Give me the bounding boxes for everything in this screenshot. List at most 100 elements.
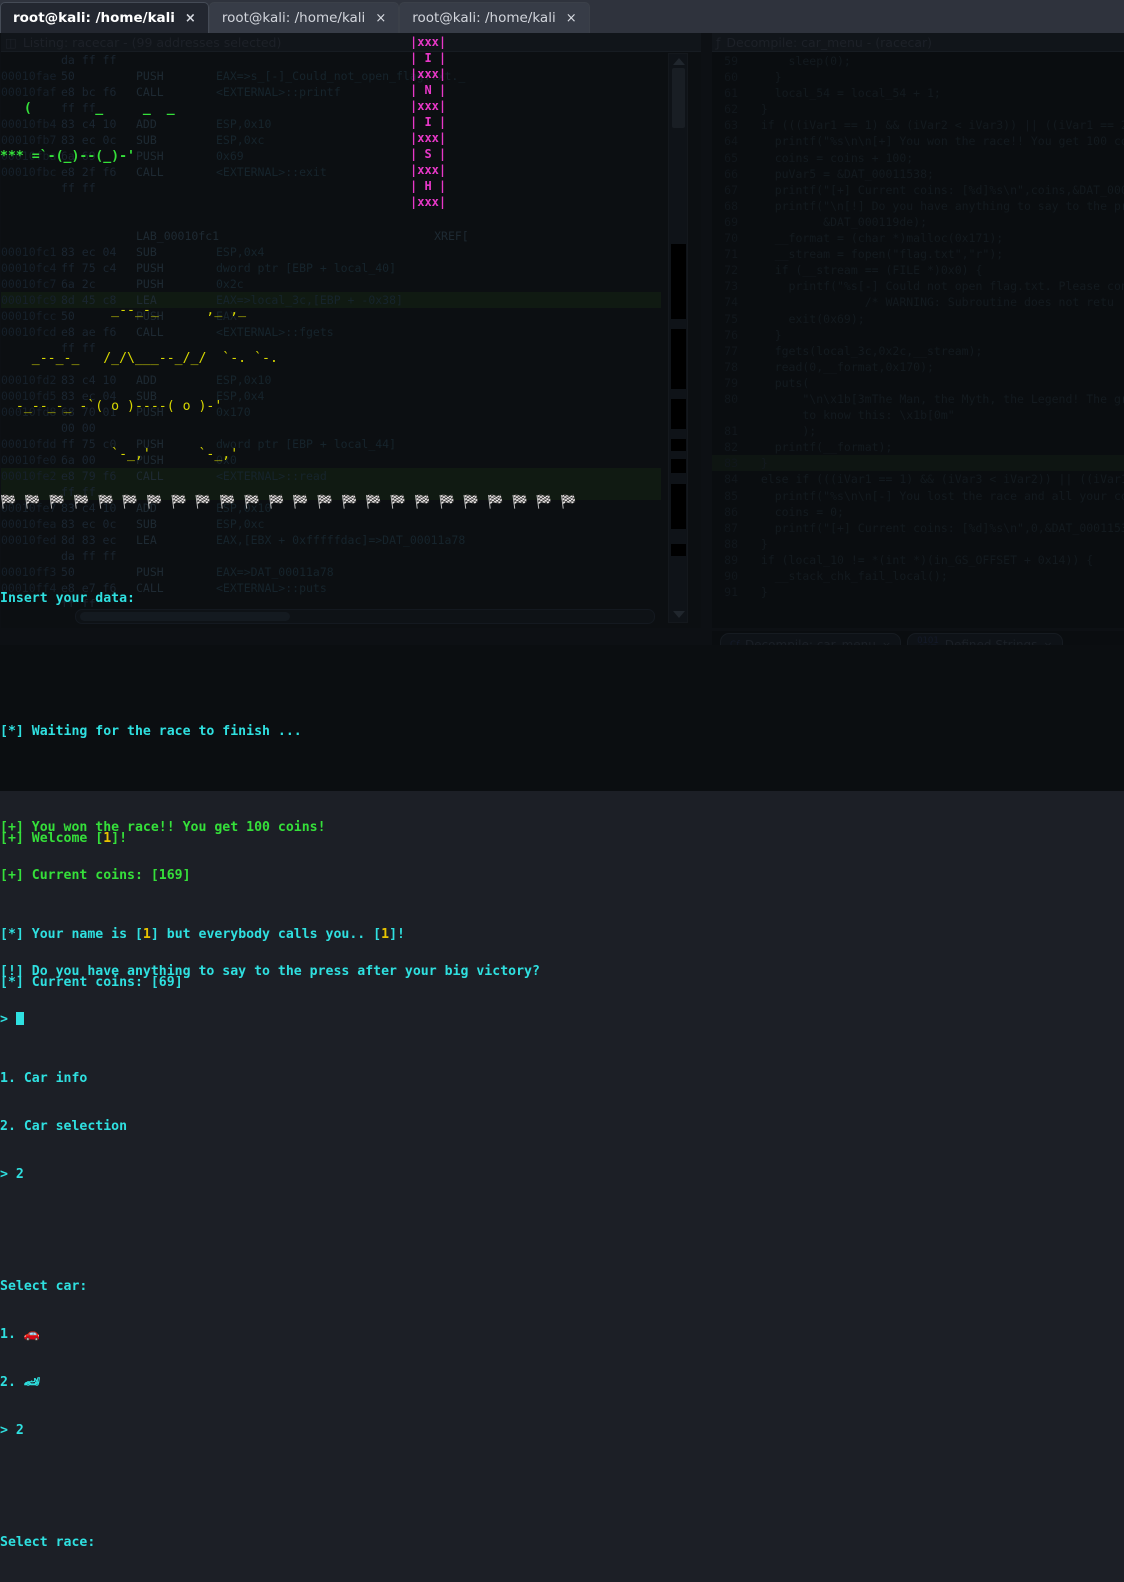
- code-text: }: [747, 456, 768, 471]
- code-text: printf("%s[-] Could not open flag.txt. P…: [747, 279, 1124, 294]
- line-number: 89: [724, 552, 738, 567]
- terminal-tab-3[interactable]: root@kali: /home/kali ×: [399, 2, 590, 33]
- code-text: &DAT_000119de);: [747, 214, 928, 229]
- line-number: 62: [724, 102, 738, 117]
- terminal-tab-2[interactable]: root@kali: /home/kali ×: [208, 2, 400, 33]
- code-line[interactable]: 63 if (((iVar1 == 1) && (iVar2 < iVar3))…: [712, 117, 1124, 133]
- ascii-art-line: *** =`-(_)--(_)-': [0, 149, 135, 164]
- finish-banner-row: | S |: [410, 147, 447, 161]
- waiting-message: [*] Waiting for the race to finish ...: [0, 724, 302, 739]
- code-text: __stack_chk_fail_local();: [747, 569, 948, 583]
- line-number: 67: [724, 182, 738, 197]
- code-line[interactable]: 65 coins = coins + 100;: [712, 150, 1124, 166]
- line-number: 60: [724, 70, 738, 85]
- menu-choice-input: > 2: [0, 1167, 24, 1182]
- tab-title: root@kali: /home/kali: [221, 10, 366, 26]
- code-line[interactable]: 83 }: [712, 455, 1124, 472]
- code-line[interactable]: 78 read(0,__format,0x170);: [712, 359, 1124, 375]
- code-line[interactable]: 80 "\n\x1b[3mThe Man, the Myth, the Lege…: [712, 391, 1124, 407]
- terminal-output-lower[interactable]: [*] Waiting for the race to finish ... […: [0, 645, 1124, 1027]
- close-icon[interactable]: ×: [185, 12, 196, 25]
- code-line[interactable]: 64 printf("%s\n\n[+] You won the race!! …: [712, 133, 1124, 149]
- code-line[interactable]: 86 coins = 0;: [712, 504, 1124, 520]
- code-line[interactable]: 87 printf("[+] Current coins: [%d]%s\n",…: [712, 520, 1124, 536]
- code-line[interactable]: 85 printf("%s\n\n[-] You lost the race a…: [712, 488, 1124, 504]
- code-text: exit(0x69);: [747, 311, 865, 326]
- line-number: 73: [724, 279, 738, 294]
- code-line[interactable]: 71 __stream = fopen("flag.txt","r");: [712, 246, 1124, 262]
- final-coins-line: [+] Current coins: [169]: [0, 868, 1124, 884]
- code-text: __format = (char *)malloc(0x171);: [747, 231, 1004, 246]
- finish-banner-row: | H |: [410, 179, 447, 193]
- code-line[interactable]: 89 if (local_10 != *(int *)(in_GS_OFFSET…: [712, 552, 1124, 568]
- finish-banner-row: |xxx|: [410, 67, 447, 81]
- code-text: to know this: \x1b[0m": [747, 408, 955, 423]
- code-line[interactable]: 77 fgets(local_3c,0x2c,__stream);: [712, 343, 1124, 359]
- car-ascii-art-line: -_--_-_ -`( o )----( o )-': [0, 399, 223, 414]
- decompiled-code[interactable]: 59 sleep(0); 60 } 61 local_54 = local_54 +…: [712, 53, 1124, 625]
- code-text: if (__stream == (FILE *)0x0) {: [747, 263, 983, 278]
- code-text: printf("[+] Current coins: [%d]%s\n",coi…: [747, 182, 1124, 197]
- menu-item-car-selection: 2. Car selection: [0, 1119, 128, 1134]
- code-line[interactable]: 88 }: [712, 536, 1124, 552]
- line-number: 66: [724, 166, 738, 181]
- code-line[interactable]: 84 else if (((iVar1 == 1) && (iVar3 < iV…: [712, 471, 1124, 487]
- won-race-message: [+] You won the race!! You get 100 coins…: [0, 820, 326, 835]
- code-line[interactable]: 67 printf("[+] Current coins: [%d]%s\n",…: [712, 182, 1124, 198]
- line-number: 84: [724, 472, 738, 487]
- line-number: 78: [724, 359, 738, 374]
- code-text: sleep(0);: [747, 54, 851, 68]
- code-text: "\n\x1b[3mThe Man, the Myth, the Legend!…: [747, 391, 1124, 406]
- line-number: 70: [724, 231, 738, 246]
- close-icon[interactable]: ×: [566, 12, 577, 25]
- code-line[interactable]: 76 }: [712, 327, 1124, 343]
- line-number: 69: [724, 214, 738, 229]
- code-line[interactable]: 79 puts(: [712, 375, 1124, 391]
- code-text: }: [747, 327, 782, 342]
- checkered-flag-row: 🏁 🏁 🏁 🏁 🏁 🏁 🏁 🏁 🏁 🏁 🏁 🏁 🏁 🏁 🏁 🏁 🏁 🏁 🏁 🏁 …: [0, 495, 577, 510]
- car-ascii-art-line: _--_-_ /_/\___--_/_/ `-. `-.: [0, 351, 278, 366]
- line-number: 86: [724, 504, 738, 519]
- code-line[interactable]: 60 }: [712, 69, 1124, 85]
- final-coins-suffix: ]: [182, 868, 191, 883]
- code-line[interactable]: 73 printf("%s[-] Could not open flag.txt…: [712, 278, 1124, 294]
- final-input-line[interactable]: >: [0, 1012, 1124, 1028]
- code-line[interactable]: 62 }: [712, 101, 1124, 117]
- code-line[interactable]: 68 printf("\n[!] Do you have anything to…: [712, 198, 1124, 214]
- select-car-prompt: Select car:: [0, 1279, 88, 1294]
- final-coins-prefix: [+] Current coins: [: [0, 868, 159, 883]
- code-line[interactable]: 82 printf(__format);: [712, 439, 1124, 455]
- line-number: 76: [724, 327, 738, 342]
- code-line[interactable]: 74 /* WARNING: Subroutine does not retu: [712, 294, 1124, 310]
- code-line[interactable]: 91 }: [712, 584, 1124, 600]
- line-number: 64: [724, 134, 738, 149]
- line-number: 87: [724, 520, 738, 535]
- code-line[interactable]: 66 puVar5 = &DAT_00011538;: [712, 166, 1124, 182]
- code-line[interactable]: 59 sleep(0);: [712, 53, 1124, 69]
- code-line[interactable]: to know this: \x1b[0m": [712, 407, 1124, 423]
- code-line[interactable]: 70 __format = (char *)malloc(0x171);: [712, 230, 1124, 246]
- code-line[interactable]: 90 __stack_chk_fail_local();: [712, 568, 1124, 584]
- line-number: 88: [724, 536, 738, 551]
- code-line[interactable]: 72 if (__stream == (FILE *)0x0) {: [712, 262, 1124, 278]
- menu-item-car-info: 1. Car info: [0, 1071, 88, 1086]
- code-line[interactable]: 81 );: [712, 423, 1124, 439]
- car-option-2: 2. 🏎: [0, 1375, 41, 1390]
- select-race-prompt: Select race:: [0, 1535, 96, 1550]
- code-text: __stream = fopen("flag.txt","r");: [747, 247, 1004, 262]
- code-line[interactable]: 61 local_54 = local_54 + 1;: [712, 85, 1124, 101]
- terminal-tab-1[interactable]: root@kali: /home/kali ×: [0, 2, 209, 33]
- code-line[interactable]: 75 exit(0x69);: [712, 311, 1124, 327]
- line-number: 79: [724, 375, 738, 390]
- code-text: else if (((iVar1 == 1) && (iVar3 < iVar2…: [747, 472, 1124, 487]
- code-text: fgets(local_3c,0x2c,__stream);: [747, 343, 983, 358]
- car-ascii-art-line: _--_-_ ,_ ,_: [0, 303, 247, 318]
- finish-banner-row: | I |: [410, 51, 447, 65]
- close-icon[interactable]: ×: [375, 12, 386, 25]
- code-text: coins = coins + 100;: [747, 150, 914, 165]
- line-number: 91: [724, 585, 738, 600]
- line-number: 81: [724, 424, 738, 439]
- code-text: );: [747, 424, 817, 439]
- car-ascii-art-line: `-_,' `-_,': [0, 447, 239, 462]
- code-line[interactable]: 69 &DAT_000119de);: [712, 214, 1124, 230]
